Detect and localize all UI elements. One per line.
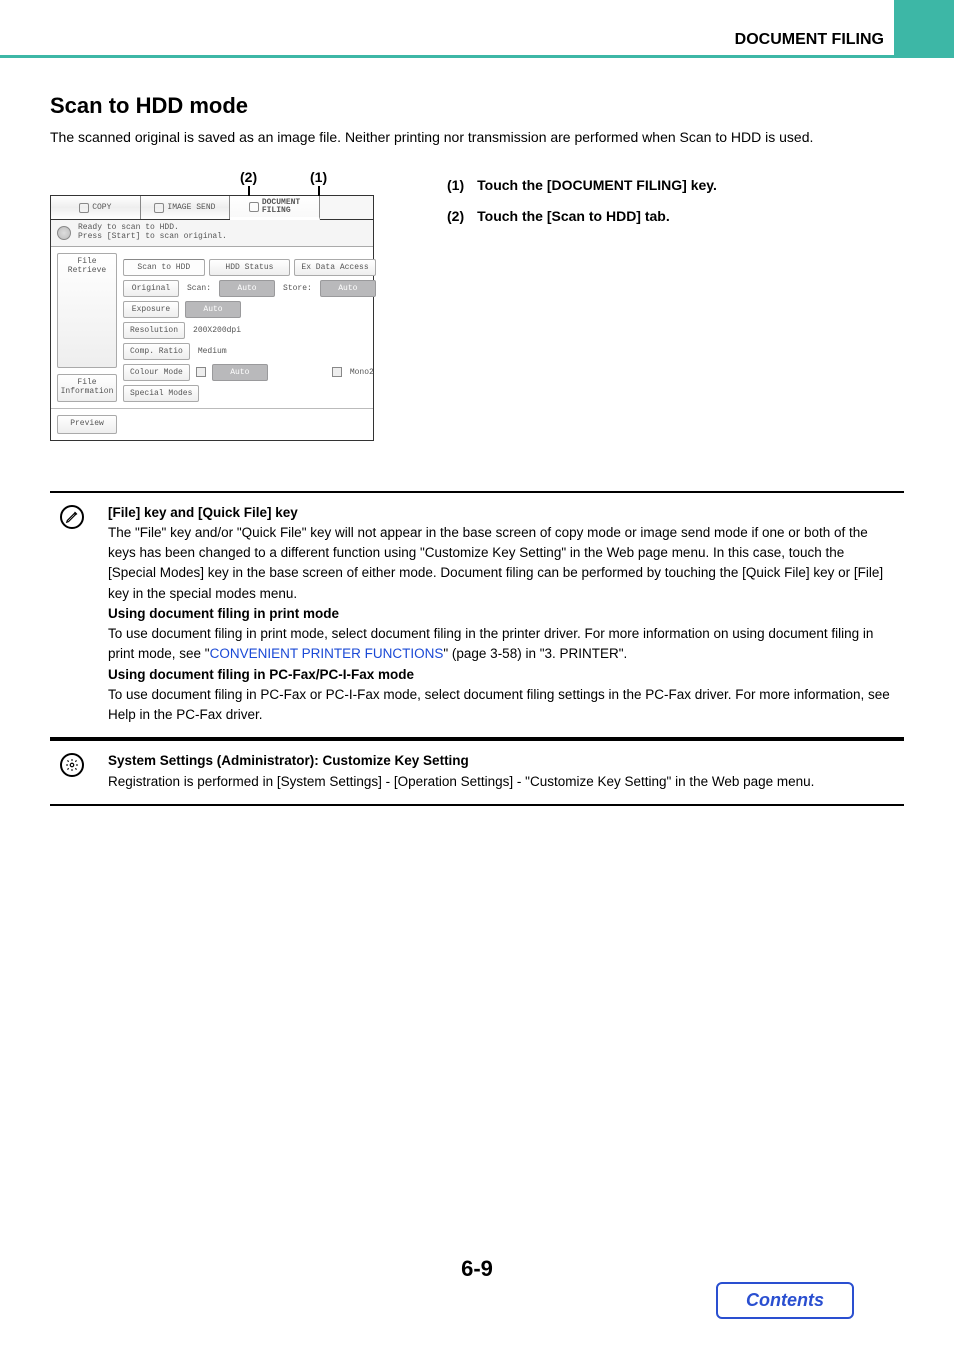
section-intro: The scanned original is saved as an imag…: [50, 127, 904, 147]
status-message: Ready to scan to HDD. Press [Start] to s…: [77, 223, 228, 243]
chip-colour-mode[interactable]: Colour Mode: [123, 364, 190, 381]
step-1-text: Touch the [DOCUMENT FILING] key.: [476, 171, 718, 200]
chip-exposure-auto[interactable]: Auto: [185, 301, 241, 318]
note2-para: Registration is performed in [System Set…: [108, 774, 814, 789]
note1-para2b: " (page 3-58) in "3. PRINTER".: [443, 646, 627, 661]
subtab-file-retrieve[interactable]: File Retrieve: [57, 253, 117, 368]
note-box-system-settings: System Settings (Administrator): Customi…: [50, 739, 904, 806]
panel-tab-docfiling-label: DOCUMENT FILING: [262, 199, 300, 215]
panel-tab-copy-label: COPY: [92, 203, 111, 212]
note-box-file-key: [File] key and [Quick File] key The "Fil…: [50, 491, 904, 740]
note1-heading2: Using document filing in print mode: [108, 606, 339, 621]
chip-store-auto[interactable]: Auto: [320, 280, 376, 297]
mono-icon: [332, 367, 342, 377]
callout-2-label: (2): [240, 169, 257, 185]
panel-tab-image-send[interactable]: IMAGE SEND: [141, 196, 231, 219]
subtab-ex-data-access[interactable]: Ex Data Access: [294, 259, 376, 276]
label-store: Store:: [281, 284, 314, 293]
pencil-icon: [60, 505, 84, 529]
note2-heading: System Settings (Administrator): Customi…: [108, 753, 469, 768]
subtab-hdd-status[interactable]: HDD Status: [209, 259, 291, 276]
panel-status-bar: Ready to scan to HDD. Press [Start] to s…: [51, 220, 373, 247]
step-1-number: (1): [446, 171, 474, 200]
chip-exposure[interactable]: Exposure: [123, 301, 179, 318]
contents-button[interactable]: Contents: [716, 1282, 854, 1319]
chip-scan-auto[interactable]: Auto: [219, 280, 275, 297]
chip-comp-ratio[interactable]: Comp. Ratio: [123, 343, 190, 360]
copy-icon: [79, 203, 89, 213]
panel-tab-image-send-label: IMAGE SEND: [167, 203, 215, 212]
gear-icon: [60, 753, 84, 777]
note1-para3: To use document filing in PC-Fax or PC-I…: [108, 687, 890, 722]
panel-tab-copy[interactable]: COPY: [51, 196, 141, 219]
panel-tab-document-filing[interactable]: DOCUMENT FILING: [230, 196, 320, 220]
chip-colour-auto[interactable]: Auto: [212, 364, 268, 381]
colour-icon: [196, 367, 206, 377]
status-icon: [57, 226, 71, 240]
side-btn-file-info[interactable]: File Information: [57, 374, 117, 402]
note1-heading1: [File] key and [Quick File] key: [108, 505, 298, 520]
label-scan: Scan:: [185, 284, 213, 293]
section-title: Scan to HDD mode: [50, 93, 904, 119]
value-mono2: Mono2: [348, 368, 376, 377]
page-number: 6-9: [50, 1256, 904, 1282]
header-title: DOCUMENT FILING: [735, 31, 894, 55]
chip-special-modes[interactable]: Special Modes: [123, 385, 199, 402]
note1-heading3: Using document filing in PC-Fax/PC-I-Fax…: [108, 667, 414, 682]
image-send-icon: [154, 203, 164, 213]
chip-original[interactable]: Original: [123, 280, 179, 297]
chip-resolution[interactable]: Resolution: [123, 322, 185, 339]
doc-filing-icon: [249, 202, 259, 212]
printer-panel: COPY IMAGE SEND DOCUMENT FILING: [50, 195, 374, 440]
value-comp-ratio: Medium: [196, 347, 229, 356]
value-resolution: 200X200dpi: [191, 326, 243, 335]
step-2-text: Touch the [Scan to HDD] tab.: [476, 202, 718, 231]
note1-para1: The "File" key and/or "Quick File" key w…: [108, 525, 883, 601]
step-2-number: (2): [446, 202, 474, 231]
steps-list: (1) Touch the [DOCUMENT FILING] key. (2)…: [444, 169, 720, 232]
panel-tab-blank: [320, 196, 373, 219]
header-rule: [0, 55, 954, 58]
link-convenient-printer-functions[interactable]: CONVENIENT PRINTER FUNCTIONS: [210, 646, 444, 661]
side-btn-preview[interactable]: Preview: [57, 415, 117, 434]
callout-1-label: (1): [310, 169, 327, 185]
subtab-scan-to-hdd[interactable]: Scan to HDD: [123, 259, 205, 276]
header-accent: [894, 0, 954, 55]
